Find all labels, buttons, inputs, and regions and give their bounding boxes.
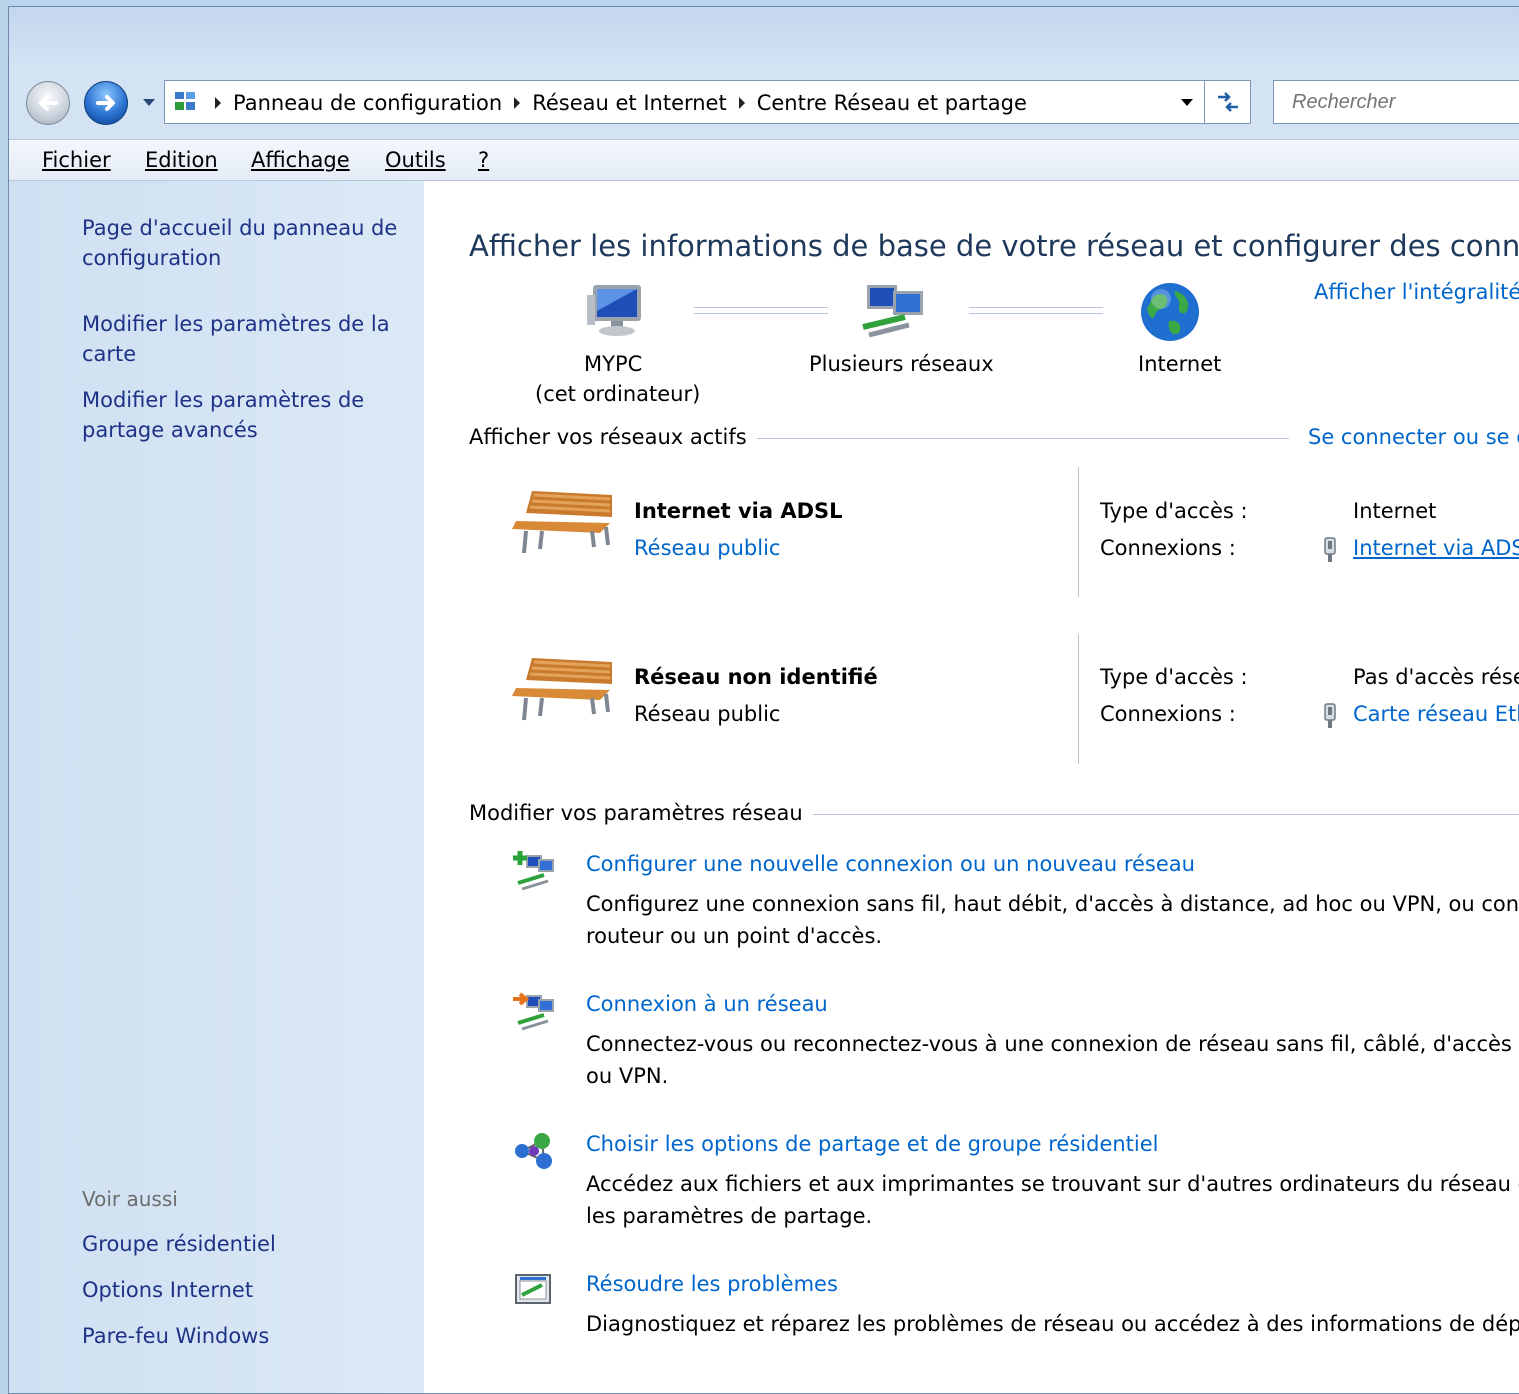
- ethernet-connection-icon: [1324, 703, 1336, 728]
- task-sharing-options-link[interactable]: Choisir les options de partage et de gro…: [586, 1132, 1159, 1156]
- breadcrumb-separator[interactable]: [514, 97, 521, 109]
- sidebar-link-control-panel-home[interactable]: Page d'accueil du panneau de configurati…: [82, 213, 412, 273]
- connections-label: Connexions :: [1100, 702, 1236, 726]
- connections-label: Connexions :: [1100, 536, 1236, 560]
- access-type-label: Type d'accès :: [1100, 665, 1248, 689]
- forward-button[interactable]: [84, 81, 128, 125]
- control-panel-icon: [175, 92, 195, 110]
- task-new-connection-link[interactable]: Configurer une nouvelle connexion ou un …: [586, 852, 1195, 876]
- menu-help[interactable]: ?: [478, 140, 489, 180]
- connection-line: [694, 307, 828, 314]
- ethernet-connection-icon: [1324, 537, 1336, 562]
- sidebar-link-windows-firewall[interactable]: Pare-feu Windows: [82, 1321, 269, 1351]
- task-description: Accédez aux fichiers et aux imprimantes …: [586, 1172, 1519, 1196]
- menu-label: ?: [478, 148, 490, 172]
- see-also-heading: Voir aussi: [82, 1187, 178, 1211]
- menu-affichage[interactable]: Affichage: [251, 140, 350, 180]
- main-content: Afficher les informations de base de vot…: [424, 181, 1519, 1393]
- page-title: Afficher les informations de base de vot…: [469, 229, 1519, 263]
- back-arrow-icon: [39, 95, 58, 111]
- breadcrumb-separator[interactable]: [215, 97, 221, 109]
- refresh-icon: [1218, 92, 1238, 112]
- access-type-label: Type d'accès :: [1100, 499, 1248, 523]
- menu-label: Edition: [145, 148, 218, 172]
- address-bar: Panneau de configuration Réseau et Intern…: [9, 69, 1519, 139]
- crumb-control-panel[interactable]: Panneau de configuration: [233, 91, 502, 115]
- task-description: Configurez une connexion sans fil, haut …: [586, 892, 1519, 916]
- task-description: Diagnostiquez et réparez les problèmes d…: [586, 1312, 1519, 1336]
- connection-link[interactable]: Carte réseau Ethe: [1353, 702, 1519, 726]
- column-divider: [1078, 634, 1079, 764]
- map-networks-label: Plusieurs réseaux: [809, 352, 994, 376]
- explorer-window: Panneau de configuration Réseau et Intern…: [8, 6, 1519, 1394]
- task-troubleshoot-link[interactable]: Résoudre les problèmes: [586, 1272, 838, 1296]
- network-name: Internet via ADSL: [634, 499, 843, 523]
- network-category: Réseau public: [634, 702, 781, 726]
- task-description: les paramètres de partage.: [586, 1204, 873, 1228]
- search-box[interactable]: [1273, 80, 1519, 124]
- new-connection-icon: [513, 851, 554, 891]
- active-networks-heading: Afficher vos réseaux actifs: [469, 425, 757, 449]
- recent-pages-dropdown[interactable]: [143, 99, 155, 106]
- sidebar-link-homegroup[interactable]: Groupe résidentiel: [82, 1229, 276, 1259]
- menu-outils[interactable]: Outils: [385, 140, 446, 180]
- full-map-link[interactable]: Afficher l'intégralité: [1314, 280, 1519, 304]
- task-description: ou VPN.: [586, 1064, 669, 1088]
- access-type-value: Internet: [1353, 499, 1437, 523]
- connection-line: [969, 307, 1103, 314]
- task-connect-network-link[interactable]: Connexion à un réseau: [586, 992, 828, 1016]
- sidebar-link-internet-options[interactable]: Options Internet: [82, 1275, 253, 1305]
- crumb-network-center[interactable]: Centre Réseau et partage: [757, 91, 1027, 115]
- connect-network-icon: [513, 992, 554, 1031]
- sidebar-link-advanced-sharing[interactable]: Modifier les paramètres de partage avanc…: [82, 385, 412, 445]
- menu-label: Affichage: [251, 148, 350, 172]
- change-settings-heading: Modifier vos paramètres réseau: [469, 801, 813, 825]
- multiple-networks-icon: [862, 285, 923, 338]
- refresh-button[interactable]: [1205, 80, 1251, 124]
- connection-link[interactable]: Internet via ADSL: [1353, 536, 1519, 560]
- task-description: Connectez-vous ou reconnectez-vous à une…: [586, 1032, 1519, 1056]
- public-network-bench-icon: [512, 658, 612, 721]
- network-name: Réseau non identifié: [634, 665, 878, 689]
- menu-edition[interactable]: Edition: [145, 140, 218, 180]
- menu-fichier[interactable]: Fichier: [42, 140, 111, 180]
- troubleshoot-icon: [515, 1274, 551, 1304]
- network-category-link[interactable]: Réseau public: [634, 536, 780, 560]
- computer-icon: [587, 285, 641, 336]
- search-input[interactable]: [1290, 90, 1519, 115]
- menu-label: Fichier: [42, 148, 111, 172]
- map-internet-label: Internet: [1138, 352, 1222, 376]
- task-pane: Page d'accueil du panneau de configurati…: [9, 181, 424, 1393]
- crumb-network-internet[interactable]: Réseau et Internet: [532, 91, 727, 115]
- map-pc-sub: (cet ordinateur): [535, 382, 701, 406]
- breadcrumb-separator[interactable]: [738, 97, 745, 109]
- menu-label: Outils: [385, 148, 446, 172]
- task-description: routeur ou un point d'accès.: [586, 924, 883, 948]
- map-pc-name: MYPC: [584, 352, 643, 376]
- access-type-value: Pas d'accès résea: [1353, 665, 1519, 689]
- public-network-bench-icon: [512, 491, 612, 554]
- menu-bar: Fichier Edition Affichage Outils ?: [9, 139, 1519, 181]
- homegroup-sharing-icon: [515, 1133, 552, 1169]
- address-history-dropdown[interactable]: [1181, 99, 1193, 106]
- sidebar-link-adapter-settings[interactable]: Modifier les paramètres de la carte: [82, 309, 412, 369]
- breadcrumb[interactable]: Panneau de configuration Réseau et Intern…: [164, 80, 1205, 124]
- column-divider: [1078, 467, 1079, 597]
- back-button[interactable]: [26, 81, 70, 125]
- internet-globe-icon: [1141, 283, 1199, 341]
- forward-arrow-icon: [96, 95, 115, 111]
- connect-disconnect-link[interactable]: Se connecter ou se dé: [1302, 425, 1519, 449]
